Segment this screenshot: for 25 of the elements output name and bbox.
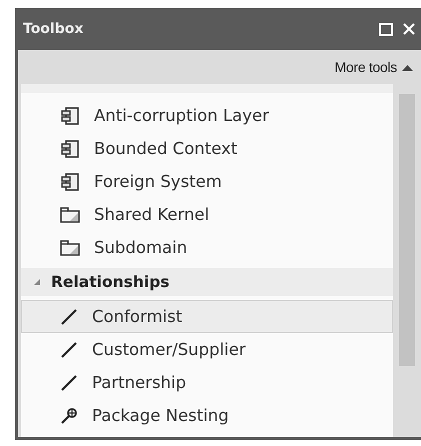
line-icon: [60, 308, 78, 326]
component-icon: [60, 140, 80, 158]
line-icon: [60, 340, 78, 358]
toolbox-item[interactable]: Anti-corruption Layer: [21, 99, 393, 132]
window-title: Toolbox: [23, 21, 84, 37]
component-icon: [60, 106, 80, 124]
toolbox-item[interactable]: Package Nesting: [21, 399, 393, 432]
component-icon: [60, 172, 80, 190]
group-header[interactable]: Relationships: [21, 268, 393, 296]
more-tools-button[interactable]: More tools: [332, 59, 415, 75]
caret-icon: [402, 64, 413, 70]
toolbox-item[interactable]: Foreign System: [21, 165, 393, 198]
expander-icon: [33, 278, 41, 286]
close-icon[interactable]: [403, 23, 415, 35]
toolbox-item[interactable]: Shared Kernel: [21, 198, 393, 231]
folder-icon: [60, 206, 80, 222]
toolbox-item[interactable]: Bounded Context: [21, 132, 393, 165]
line-icon: [60, 374, 78, 392]
toolbox-item[interactable]: Customer/Supplier: [21, 333, 393, 366]
toolbox-item[interactable]: Subdomain: [21, 231, 393, 264]
nesting-icon: [60, 406, 78, 424]
toolbox-item[interactable]: Conformist: [21, 300, 393, 333]
toolbox-item[interactable]: Partnership: [21, 366, 393, 399]
maximize-icon[interactable]: [379, 22, 393, 36]
folder-icon: [60, 240, 80, 256]
